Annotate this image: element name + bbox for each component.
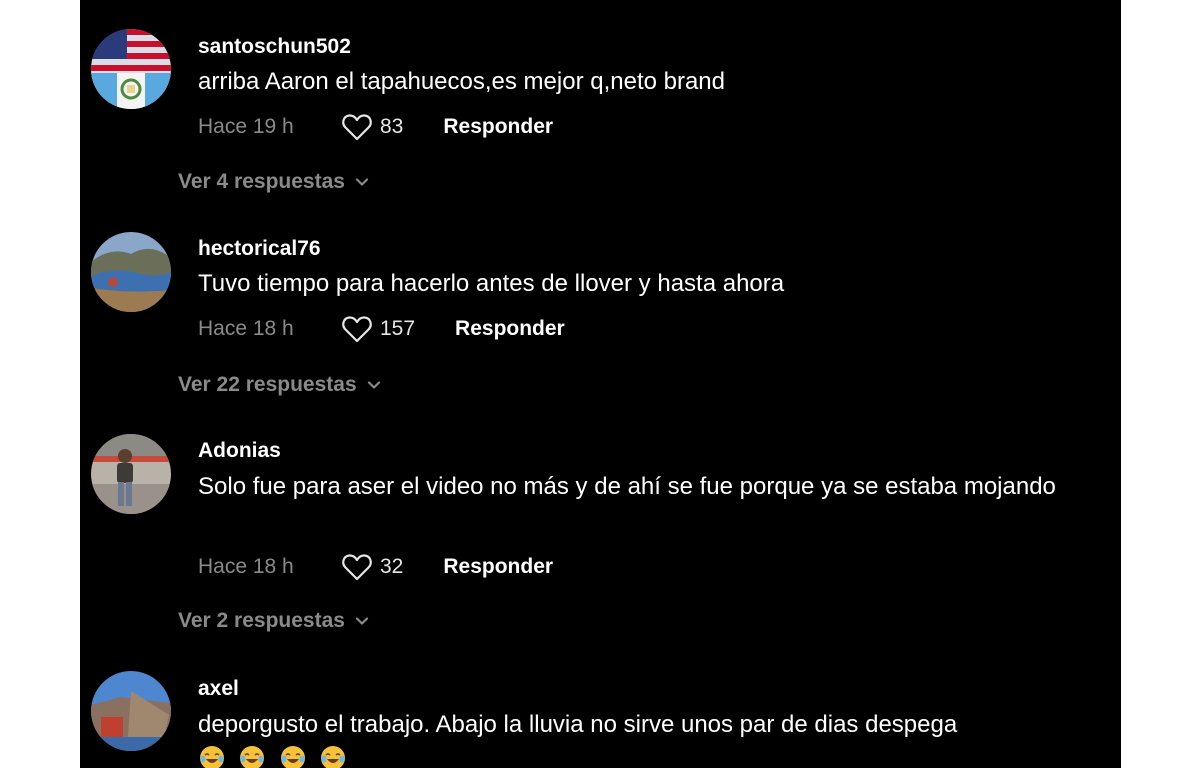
reply-button[interactable]: Responder xyxy=(443,555,553,579)
like-count: 83 xyxy=(380,115,404,138)
comment-meta: Hace 19 h 83 Responder xyxy=(198,112,553,142)
chevron-down-icon xyxy=(355,178,369,186)
reply-button[interactable]: Responder xyxy=(443,115,553,139)
view-replies-label: Ver 4 respuestas xyxy=(178,170,345,193)
heart-outline-icon[interactable] xyxy=(342,553,372,581)
avatar-person-image xyxy=(91,434,171,514)
avatar-landscape-image xyxy=(91,232,171,312)
avatar[interactable] xyxy=(91,29,171,109)
comment-username[interactable]: Adonias xyxy=(198,439,281,463)
comment-meta: Hace 18 h 157 Responder xyxy=(198,314,565,344)
face-with-tears-of-joy-icon xyxy=(321,746,346,768)
view-replies-button[interactable]: Ver 4 respuestas xyxy=(178,170,369,194)
view-replies-label: Ver 2 respuestas xyxy=(178,609,345,632)
avatar[interactable] xyxy=(91,434,171,514)
comment-text: arriba Aaron el tapahuecos,es mejor q,ne… xyxy=(198,68,726,95)
emoji-row xyxy=(198,744,355,768)
chevron-down-icon xyxy=(355,617,369,625)
avatar-outdoor-image xyxy=(91,671,171,751)
comment-text: Solo fue para aser el video no más y de … xyxy=(198,473,1056,500)
reply-button[interactable]: Responder xyxy=(455,317,565,341)
like-count: 157 xyxy=(380,317,416,340)
face-with-tears-of-joy-icon xyxy=(240,746,265,768)
comment-text: Tuvo tiempo para hacerlo antes de llover… xyxy=(198,270,785,297)
comments-panel: santoschun502 arriba Aaron el tapahuecos… xyxy=(80,0,1121,768)
face-with-tears-of-joy-icon xyxy=(200,746,224,768)
view-replies-button[interactable]: Ver 22 respuestas xyxy=(178,373,381,397)
comment-time: Hace 18 h xyxy=(198,317,294,340)
avatar[interactable] xyxy=(91,232,171,312)
chevron-down-icon xyxy=(367,381,380,389)
comment-username[interactable]: santoschun502 xyxy=(198,35,351,59)
comment-time: Hace 19 h xyxy=(198,115,294,138)
comment-username[interactable]: hectorical76 xyxy=(198,237,321,261)
avatar-flags-image xyxy=(91,29,171,109)
view-replies-button[interactable]: Ver 2 respuestas xyxy=(178,609,369,633)
face-with-tears-of-joy-icon xyxy=(280,746,305,768)
comment-username[interactable]: axel xyxy=(198,677,239,701)
heart-outline-icon[interactable] xyxy=(342,113,372,141)
comment-time: Hace 18 h xyxy=(198,555,294,578)
heart-outline-icon[interactable] xyxy=(342,315,372,343)
view-replies-label: Ver 22 respuestas xyxy=(178,373,357,396)
avatar[interactable] xyxy=(91,671,171,751)
comment-text: deporgusto el trabajo. Abajo la lluvia n… xyxy=(198,711,958,738)
like-count: 32 xyxy=(380,555,404,578)
comment-meta: Hace 18 h 32 Responder xyxy=(198,552,553,582)
